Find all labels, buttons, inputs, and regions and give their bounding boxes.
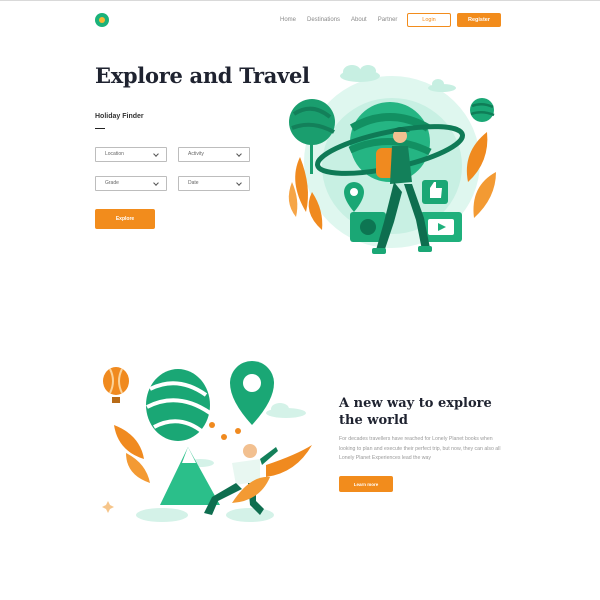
main-nav: Home Destinations About Partner <box>280 14 408 26</box>
leaf-decoration <box>114 425 150 483</box>
nav-item-home[interactable]: Home <box>280 14 296 26</box>
logo-dot <box>99 17 105 23</box>
cloud-icon <box>428 79 456 92</box>
mountain-snow <box>182 447 196 463</box>
striped-balloon-decoration <box>146 369 212 441</box>
cloud-icon <box>340 65 380 82</box>
learn-more-button[interactable]: Learn more <box>339 476 393 492</box>
chevron-down-icon <box>153 151 159 157</box>
activity-select[interactable]: Activity <box>178 147 250 162</box>
title-underline <box>95 128 105 130</box>
lantern-decoration <box>209 422 241 440</box>
nav-item-destinations[interactable]: Destinations <box>307 14 340 26</box>
location-pin-icon <box>230 361 274 425</box>
chevron-down-icon <box>236 151 242 157</box>
location-select-label: Location <box>105 151 124 157</box>
activity-select-label: Activity <box>188 151 204 157</box>
date-select-label: Date <box>188 180 199 186</box>
location-select[interactable]: Location <box>95 147 167 162</box>
explore-button[interactable]: Explore <box>95 209 155 229</box>
date-select[interactable]: Date <box>178 176 250 191</box>
chevron-down-icon <box>236 180 242 186</box>
section2-title: A new way to explore the world <box>339 396 492 428</box>
grade-select-label: Grade <box>105 180 119 186</box>
grade-select[interactable]: Grade <box>95 176 167 191</box>
section2-description: For decades travellers have reached for … <box>339 436 501 461</box>
nav-item-about[interactable]: About <box>351 14 367 26</box>
page-title: Explore and Travel <box>95 63 310 88</box>
chevron-down-icon <box>153 180 159 186</box>
planet-icon <box>470 98 495 122</box>
logo-icon[interactable] <box>95 13 109 27</box>
section2-illustration <box>102 361 312 522</box>
thumbs-up-icon <box>422 180 448 204</box>
hot-air-balloon-icon <box>103 367 129 403</box>
login-button[interactable]: Login <box>407 13 451 27</box>
sparkle-icon <box>102 501 114 513</box>
register-button[interactable]: Register <box>457 13 501 27</box>
hero-illustration <box>288 65 496 254</box>
top-divider <box>0 0 600 1</box>
nav-item-partner[interactable]: Partner <box>378 14 398 26</box>
holiday-finder-title: Holiday Finder <box>95 113 144 120</box>
